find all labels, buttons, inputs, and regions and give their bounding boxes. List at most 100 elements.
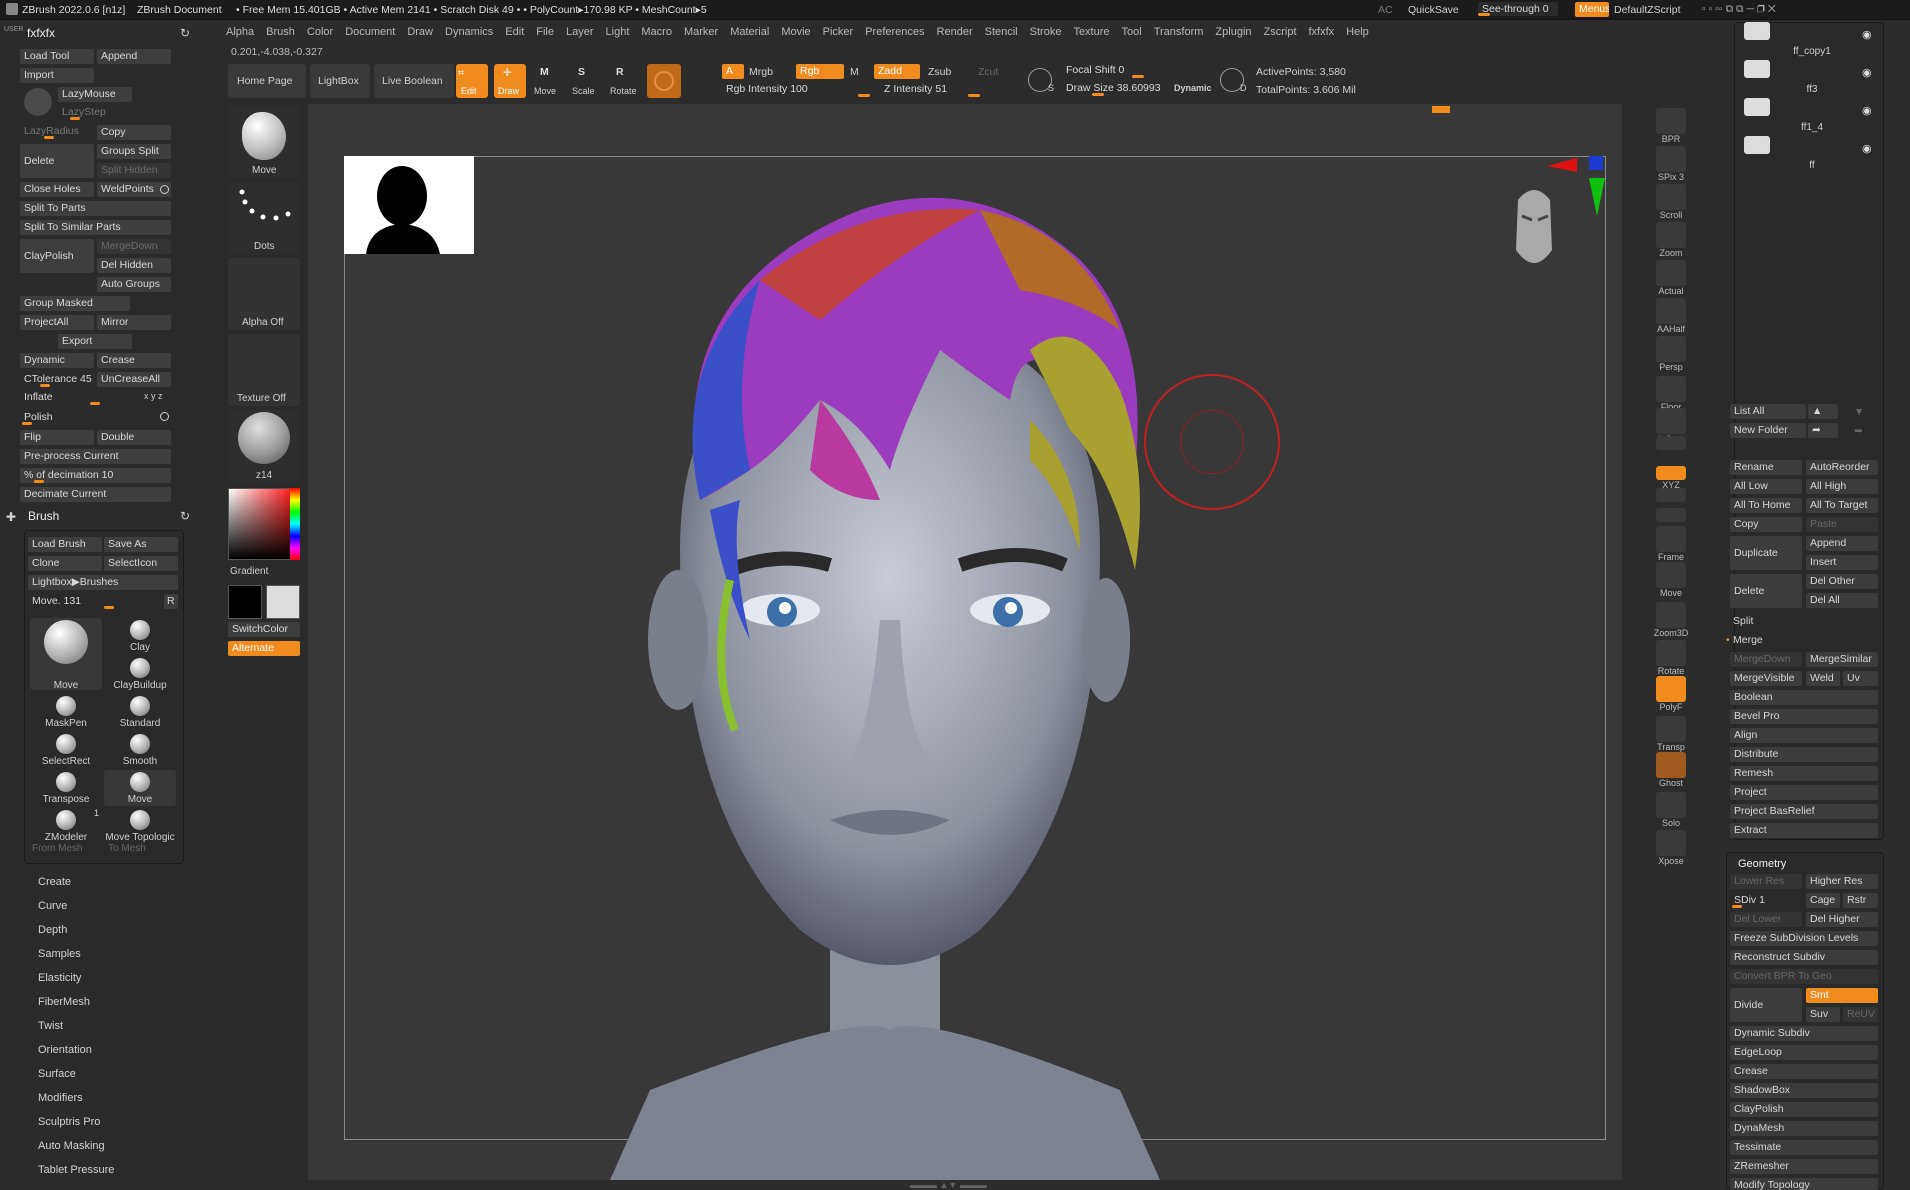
nav-xyz[interactable]: XYZ (1648, 466, 1694, 490)
split-subpalette[interactable]: Split (1733, 615, 1753, 627)
brush-move-topologic[interactable]: Move Topologic (104, 808, 176, 844)
subpalette-samples[interactable]: Samples (38, 948, 81, 960)
split-similar-button[interactable]: Split To Similar Parts (20, 220, 171, 235)
geometry-crease[interactable]: Crease (1730, 1064, 1878, 1079)
dynamic-button[interactable]: Dynamic (20, 353, 94, 368)
decimate-current-button[interactable]: Decimate Current (20, 487, 171, 502)
menu-document[interactable]: Document (339, 22, 401, 42)
brush-clay[interactable]: Clay (104, 618, 176, 654)
gradient-label[interactable]: Gradient (230, 566, 268, 577)
convert-bpr-button[interactable]: Convert BPR To Geo (1730, 969, 1878, 984)
split-to-parts-button[interactable]: Split To Parts (20, 201, 171, 216)
del-higher-button[interactable]: Del Higher (1806, 912, 1878, 927)
weld-button[interactable]: Weld (1806, 671, 1840, 686)
lightbox-brushes-button[interactable]: Lightbox▶Brushes (28, 575, 178, 590)
split-hidden-button[interactable]: Split Hidden (97, 163, 171, 178)
brush-move-slider[interactable]: Move. 131 (28, 594, 162, 609)
default-zscript[interactable]: DefaultZScript (1614, 4, 1681, 16)
zcut-toggle[interactable]: Zcut (978, 66, 998, 78)
a-toggle[interactable]: A (722, 64, 744, 79)
xyz-axis-toggle[interactable]: x y z (144, 391, 163, 401)
brush-selectrect[interactable]: SelectRect (30, 732, 102, 768)
lazyradius-slider[interactable]: LazyRadius (20, 124, 94, 139)
subpalette-boolean[interactable]: Boolean (1730, 690, 1878, 705)
move-up-icon[interactable]: ▲ (1808, 404, 1838, 419)
alternate-button[interactable]: Alternate (228, 641, 300, 656)
current-brush-thumb[interactable]: Move (228, 106, 300, 178)
draw-button[interactable]: ✛ Draw (494, 64, 526, 98)
menu-texture[interactable]: Texture (1067, 22, 1115, 42)
nav-bpr[interactable]: BPR (1648, 108, 1694, 144)
append-subtool-button[interactable]: Append (1806, 536, 1878, 551)
texture-thumb[interactable]: Texture Off (228, 334, 300, 406)
draw-size-slider[interactable]: Draw Size 38.60993 (1062, 81, 1172, 96)
uncreaseall-button[interactable]: UnCreaseAll (97, 372, 171, 387)
brush-transpose[interactable]: Transpose (30, 770, 102, 806)
menu-marker[interactable]: Marker (678, 22, 724, 42)
z-intensity-slider[interactable]: Z Intensity 51 (880, 82, 1020, 97)
to-mesh-button[interactable]: To Mesh (108, 843, 146, 854)
import-button[interactable]: Import (20, 68, 94, 83)
geometry-dynamesh[interactable]: DynaMesh (1730, 1121, 1878, 1136)
export-button[interactable]: Export (58, 334, 132, 349)
del-all-button[interactable]: Del All (1806, 593, 1878, 608)
menu-dynamics[interactable]: Dynamics (439, 22, 499, 42)
nav-persp[interactable]: Persp (1648, 336, 1694, 372)
window-controls[interactable]: ▫ ▫ ▫▫ ⧉ ⧉ ─ ❐ ✕ (1702, 3, 1776, 16)
subpalette-project[interactable]: Project (1730, 785, 1878, 800)
nav-spix-3[interactable]: SPix 3 (1648, 146, 1694, 182)
del-other-button[interactable]: Del Other (1806, 574, 1878, 589)
copy-button[interactable]: Copy (97, 125, 171, 140)
edit-button[interactable]: ⌗ Edit (456, 64, 488, 98)
subpalette-bevel-pro[interactable]: Bevel Pro (1730, 709, 1878, 724)
sphere-material-button[interactable] (647, 64, 681, 98)
brush-zmodeler[interactable]: ZModeler (30, 808, 102, 844)
menu-file[interactable]: File (530, 22, 560, 42)
geometry-claypolish[interactable]: ClayPolish (1730, 1102, 1878, 1117)
double-button[interactable]: Double (97, 430, 171, 445)
mergedown-button[interactable]: MergeDown (97, 239, 171, 254)
polish-slider[interactable]: Polish (20, 410, 160, 425)
menu-draw[interactable]: Draw (401, 22, 439, 42)
quicksave-button[interactable]: QuickSave (1408, 4, 1459, 16)
rgb-toggle[interactable]: Rgb (796, 64, 844, 79)
eye-icon[interactable]: ◉ (1862, 66, 1872, 79)
mergesimilar-button[interactable]: MergeSimilar (1806, 652, 1878, 667)
clone-button[interactable]: Clone (28, 556, 102, 571)
head-navigator-icon[interactable] (1508, 180, 1560, 280)
see-through-slider[interactable]: See-through 0 (1478, 2, 1558, 16)
all-low-button[interactable]: All Low (1730, 479, 1802, 494)
geometry-edgeloop[interactable]: EdgeLoop (1730, 1045, 1878, 1060)
mirror-button[interactable]: Mirror (97, 315, 171, 330)
nav-scroll[interactable]: Scroll (1648, 184, 1694, 220)
subtool-thumbnail[interactable] (1744, 136, 1770, 154)
move-button[interactable]: M Move (532, 64, 562, 98)
dynamic-toggle[interactable]: Dynamic (1174, 83, 1212, 93)
weldpoints-option-icon[interactable] (160, 185, 169, 194)
subpalette-auto-masking[interactable]: Auto Masking (38, 1140, 105, 1152)
geometry-tessimate[interactable]: Tessimate (1730, 1140, 1878, 1155)
rgb-intensity-slider[interactable]: Rgb Intensity 100 (722, 82, 870, 97)
suv-toggle[interactable]: Suv (1806, 1007, 1840, 1022)
live-boolean-button[interactable]: Live Boolean (374, 64, 454, 98)
divide-button[interactable]: Divide (1730, 988, 1802, 1022)
brush-claybuildup[interactable]: ClayBuildup (104, 656, 176, 692)
zadd-toggle[interactable]: Zadd (874, 64, 920, 79)
polish-option-icon[interactable] (160, 412, 169, 421)
brush-maskpen[interactable]: MaskPen (30, 694, 102, 730)
ctolerance-slider[interactable]: CTolerance 45 (20, 372, 94, 387)
autoreorder-button[interactable]: AutoReorder (1806, 460, 1878, 475)
subtool-thumbnail[interactable] (1744, 22, 1770, 40)
projectall-button[interactable]: ProjectAll (20, 315, 94, 330)
menu-stroke[interactable]: Stroke (1024, 22, 1068, 42)
append-button[interactable]: Append (97, 49, 171, 64)
smt-toggle[interactable]: Smt (1806, 988, 1878, 1003)
geometry-shadowbox[interactable]: ShadowBox (1730, 1083, 1878, 1098)
nav-polyf[interactable]: PolyF (1648, 676, 1694, 712)
uv-button[interactable]: Uv (1843, 671, 1878, 686)
nav-actual[interactable]: Actual (1648, 260, 1694, 296)
mrgb-toggle[interactable]: Mrgb (749, 66, 773, 78)
subpalette-distribute[interactable]: Distribute (1730, 747, 1878, 762)
menu-light[interactable]: Light (600, 22, 636, 42)
alpha-thumb[interactable]: Alpha Off (228, 258, 300, 330)
